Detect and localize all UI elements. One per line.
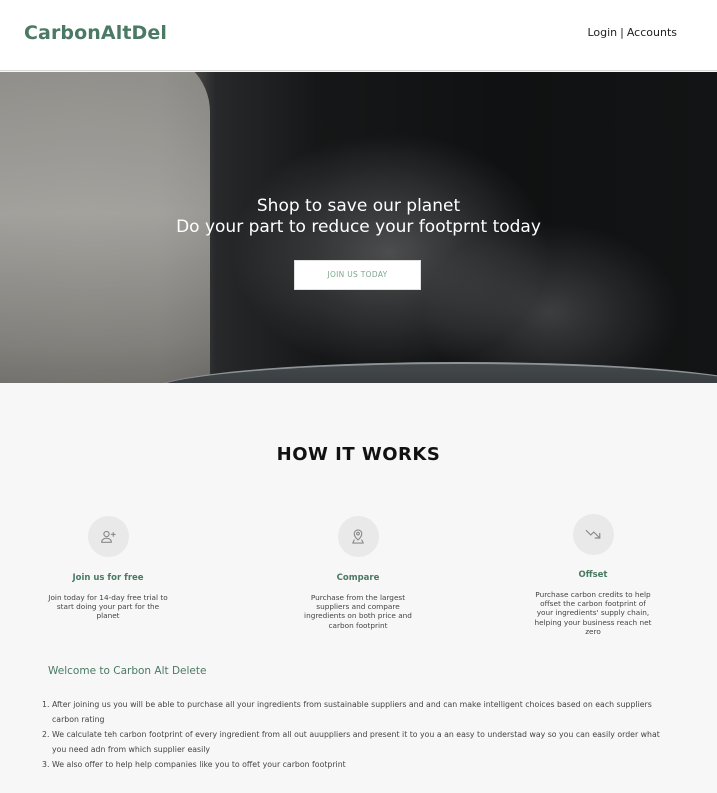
step-description: Purchase from the largest suppliers and …	[304, 593, 412, 630]
step-description: Join today for 14-day free trial to star…	[48, 593, 168, 621]
site-header: CarbonAltDel Login | Accounts	[0, 0, 717, 71]
list-item: We also offer to help help companies lik…	[42, 757, 346, 772]
map-pin-icon	[337, 516, 379, 557]
step-description: Purchase carbon credits to help offset t…	[534, 590, 652, 636]
trending-down-icon	[572, 514, 614, 555]
how-it-works-title: HOW IT WORKS	[276, 444, 441, 465]
logo[interactable]: CarbonAltDel	[24, 22, 167, 44]
step-title: Offset	[578, 570, 608, 580]
step-compare: Compare Purchase from the largest suppli…	[288, 516, 428, 630]
step-offset: Offset Purchase carbon credits to help o…	[523, 514, 663, 636]
step-title: Compare	[336, 573, 380, 583]
accounts-link[interactable]: Accounts	[627, 26, 677, 39]
list-item: We calculate teh carbon footprint of eve…	[42, 727, 660, 754]
list-item: After joining us you will be able to pur…	[42, 697, 652, 724]
welcome-title: Welcome to Carbon Alt Delete	[48, 665, 207, 677]
step-join: Join us for free Join today for 14-day f…	[38, 516, 178, 621]
hero-subheadline: Do your part to reduce your footprnt tod…	[176, 217, 541, 237]
hero-banner: Shop to save our planet Do your part to …	[0, 72, 717, 383]
join-us-button[interactable]: JOIN US TODAY	[294, 260, 421, 290]
step-title: Join us for free	[72, 573, 144, 583]
hero-headline: Shop to save our planet	[256, 196, 461, 216]
top-nav: Login | Accounts	[587, 26, 677, 39]
nav-separator: |	[620, 26, 624, 39]
welcome-list: After joining us you will be able to pur…	[42, 697, 662, 772]
login-link[interactable]: Login	[587, 26, 617, 39]
add-user-icon	[87, 516, 129, 557]
